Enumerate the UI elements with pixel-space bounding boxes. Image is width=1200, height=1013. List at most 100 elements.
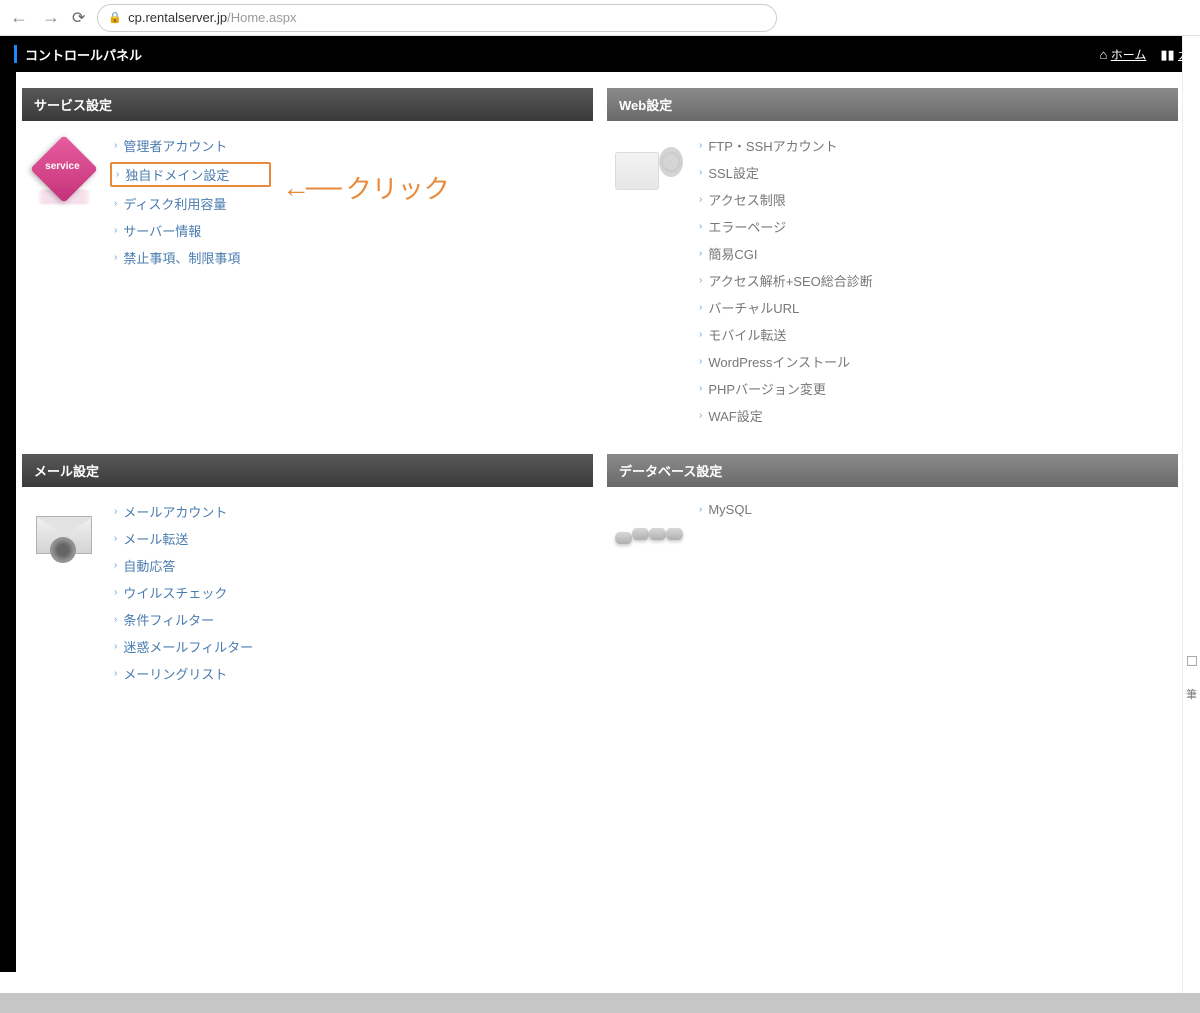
link-label: サーバー情報 <box>123 221 201 240</box>
chevron-icon: › <box>114 506 117 517</box>
link-label: 迷惑メールフィルター <box>123 637 253 656</box>
app-header: コントロールパネル ⌂ ホーム ▮▮ ガ <box>0 36 1200 72</box>
chevron-icon: › <box>114 641 117 652</box>
link-label: 自動応答 <box>123 556 175 575</box>
chevron-icon: › <box>114 560 117 571</box>
chevron-icon: › <box>699 248 702 259</box>
panel-mail: メール設定 ›メールアカウント ›メール転送 ›自動応答 ›ウイルスチェック ›… <box>22 454 593 698</box>
chevron-icon: › <box>699 221 702 232</box>
web-icon <box>615 135 683 203</box>
chevron-icon: › <box>699 356 702 367</box>
content-area: サービス設定 ›管理者アカウント ›独自ドメイン設定 ›ディスク利用容量 ›サー… <box>16 72 1184 972</box>
chevron-icon: › <box>114 614 117 625</box>
link-php-version[interactable]: › PHPバージョン変更 <box>695 378 877 399</box>
side-char: 筆 <box>1186 686 1197 702</box>
link-error-page[interactable]: › エラーページ <box>695 216 877 237</box>
panel-db-body: › MySQL <box>607 487 1178 583</box>
nav-arrows: ← → <box>10 7 60 28</box>
link-label: エラーページ <box>708 217 786 236</box>
chevron-icon: › <box>114 198 117 209</box>
link-label: メール転送 <box>123 529 188 548</box>
db-links: › MySQL <box>695 501 756 518</box>
panel-db-header: データベース設定 <box>607 454 1178 487</box>
header-nav: ⌂ ホーム ▮▮ ガ <box>1099 46 1190 63</box>
link-label: メールアカウント <box>123 502 227 521</box>
url-bar[interactable]: 🔒 cp.rentalserver.jp/Home.aspx <box>97 4 777 32</box>
link-mail-account[interactable]: › メールアカウント <box>110 501 257 522</box>
chevron-icon: › <box>114 533 117 544</box>
service-links: ›管理者アカウント ›独自ドメイン設定 ›ディスク利用容量 ›サーバー情報 ›禁… <box>110 135 271 268</box>
reload-button[interactable]: ⟳ <box>72 8 85 28</box>
link-label: アクセス制限 <box>708 190 785 209</box>
chevron-icon: › <box>699 140 702 151</box>
chevron-icon: › <box>114 668 117 679</box>
link-admin-account[interactable]: ›管理者アカウント <box>110 135 271 156</box>
link-access-control[interactable]: › アクセス制限 <box>695 189 877 210</box>
chevron-icon: › <box>699 410 702 421</box>
link-prohibited[interactable]: ›禁止事項、制限事項 <box>110 247 271 268</box>
panels-grid: サービス設定 ›管理者アカウント ›独自ドメイン設定 ›ディスク利用容量 ›サー… <box>22 88 1178 698</box>
link-label: PHPバージョン変更 <box>708 379 825 398</box>
chevron-icon: › <box>699 504 702 515</box>
link-server-info[interactable]: › サーバー情報 <box>110 220 271 241</box>
url-domain: cp.rentalserver.jp <box>128 10 227 25</box>
chevron-icon: › <box>699 302 702 313</box>
arrow-icon: ←── <box>282 172 338 204</box>
link-label: バーチャルURL <box>708 298 799 317</box>
link-label: 禁止事項、制限事項 <box>123 248 240 267</box>
database-icon <box>615 501 683 569</box>
link-label: FTP・SSHアカウント <box>708 136 837 155</box>
link-seo-analytics[interactable]: ›アクセス解析+SEO総合診断 <box>695 270 877 291</box>
link-mobile-forward[interactable]: ›モバイル転送 <box>695 324 877 345</box>
link-ftp-ssh[interactable]: › FTP・SSHアカウント <box>695 135 877 156</box>
link-disk-usage[interactable]: ›ディスク利用容量 <box>110 193 271 214</box>
main-window: コントロールパネル ⌂ ホーム ▮▮ ガ サービス設定 ›管理者アカウント ›独… <box>0 36 1200 972</box>
link-label: MySQL <box>708 502 751 517</box>
back-button[interactable]: ← <box>10 7 28 28</box>
link-label: 簡易CGI <box>708 244 757 263</box>
chevron-icon: › <box>699 383 702 394</box>
link-waf[interactable]: › WAF設定 <box>695 405 877 426</box>
chevron-icon: › <box>114 225 117 236</box>
link-mailing-list[interactable]: › メーリングリスト <box>110 663 257 684</box>
link-spam-filter[interactable]: › 迷惑メールフィルター <box>110 636 257 657</box>
side-strip: 筆 <box>1182 36 1200 1013</box>
web-links: ›FTP・SSHアカウント ›SSL設定 ›アクセス制限 ›エラーページ ›簡易… <box>695 135 877 426</box>
link-label: SSL設定 <box>708 163 759 182</box>
link-wordpress[interactable]: › WordPressインストール <box>695 351 877 372</box>
chevron-icon: › <box>114 587 117 598</box>
panel-web-header: Web設定 <box>607 88 1178 121</box>
link-label: WAF設定 <box>708 406 762 425</box>
link-auto-reply[interactable]: › 自動応答 <box>110 555 257 576</box>
link-custom-domain[interactable]: › 独自ドメイン設定 <box>110 162 271 187</box>
link-virus-check[interactable]: › ウイルスチェック <box>110 582 257 603</box>
panel-web-body: ›FTP・SSHアカウント ›SSL設定 ›アクセス制限 ›エラーページ ›簡易… <box>607 121 1178 440</box>
panel-db: データベース設定 › MySQL <box>607 454 1178 698</box>
click-annotation: ←── クリック <box>282 169 450 206</box>
chevron-icon: › <box>116 169 119 180</box>
url-path: /Home.aspx <box>227 10 296 25</box>
link-label: アクセス解析+SEO総合診断 <box>708 271 872 290</box>
home-link-group[interactable]: ⌂ ホーム <box>1099 46 1146 63</box>
side-box-icon <box>1187 656 1197 666</box>
annotation-text: クリック <box>346 169 450 206</box>
panel-mail-body: › メールアカウント › メール転送 › 自動応答 › ウイルスチェック ›条件フィルタ… <box>22 487 593 698</box>
link-label: ウイルスチェック <box>123 583 227 602</box>
book-icon: ▮▮ <box>1160 47 1174 62</box>
chevron-icon: › <box>699 194 702 205</box>
lock-icon: 🔒 <box>108 11 122 24</box>
link-condition-filter[interactable]: ›条件フィルター <box>110 609 257 630</box>
link-virtual-url[interactable]: › バーチャルURL <box>695 297 877 318</box>
link-label: 管理者アカウント <box>123 136 227 155</box>
link-mail-forward[interactable]: › メール転送 <box>110 528 257 549</box>
link-mysql[interactable]: › MySQL <box>695 501 756 518</box>
link-label: WordPressインストール <box>708 352 850 371</box>
link-label: 独自ドメイン設定 <box>125 165 229 184</box>
forward-button[interactable]: → <box>42 7 60 28</box>
panel-web: Web設定 ›FTP・SSHアカウント ›SSL設定 ›アクセス制限 ›エラーペ… <box>607 88 1178 440</box>
home-link[interactable]: ホーム <box>1111 48 1147 62</box>
link-label: メーリングリスト <box>123 664 227 683</box>
link-ssl[interactable]: ›SSL設定 <box>695 162 877 183</box>
link-label: モバイル転送 <box>708 325 786 344</box>
link-simple-cgi[interactable]: › 簡易CGI <box>695 243 877 264</box>
